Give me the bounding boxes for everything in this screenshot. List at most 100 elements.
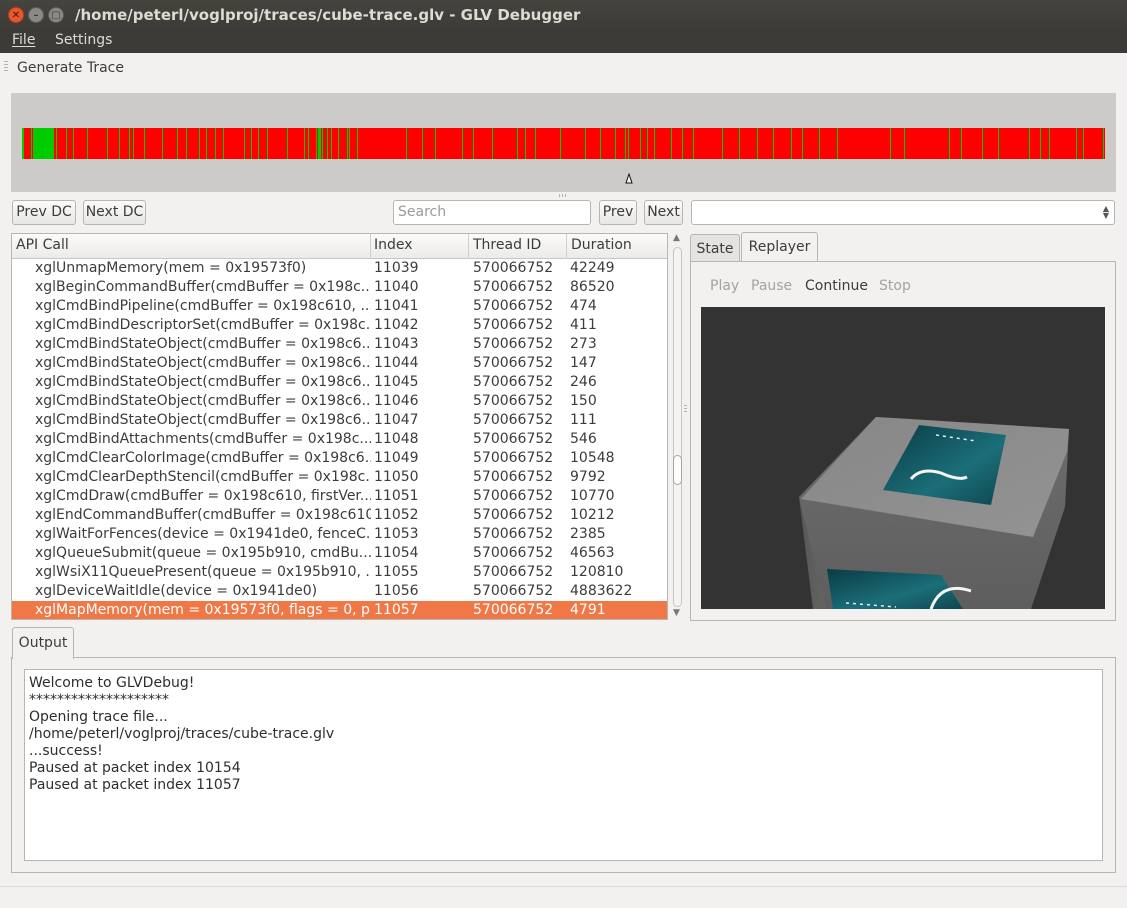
timeline-marker[interactable] xyxy=(628,128,629,159)
timeline-marker[interactable] xyxy=(338,128,339,159)
api-call-table[interactable]: API Call Index Thread ID Duration xglUnm… xyxy=(11,233,668,620)
table-row[interactable]: xglUnmapMemory(mem = 0x19573f0) 11039 5700… xyxy=(12,259,667,278)
filter-dropdown[interactable]: ▲ ▼ xyxy=(691,200,1115,225)
timeline-marker[interactable] xyxy=(600,128,601,159)
play-button[interactable]: Play xyxy=(710,278,739,294)
timeline-marker[interactable] xyxy=(357,128,358,159)
timeline-marker[interactable] xyxy=(177,128,178,159)
table-row[interactable]: xglCmdBindStateObject(cmdBuffer = 0x198c… xyxy=(12,411,667,430)
timeline-marker[interactable] xyxy=(56,128,57,159)
tab-state[interactable]: State xyxy=(690,234,740,264)
timeline-marker[interactable] xyxy=(671,128,672,159)
table-row[interactable]: xglEndCommandBuffer(cmdBuffer = 0x198c61… xyxy=(12,506,667,525)
timeline-marker[interactable] xyxy=(802,128,803,159)
timeline-marker[interactable] xyxy=(258,128,259,159)
table-row[interactable]: xglCmdBindStateObject(cmdBuffer = 0x198c… xyxy=(12,354,667,373)
timeline-marker[interactable] xyxy=(1083,128,1084,159)
timeline-marker[interactable] xyxy=(693,128,694,159)
timeline-marker[interactable] xyxy=(682,128,683,159)
table-row[interactable]: xglCmdClearColorImage(cmdBuffer = 0x198c… xyxy=(12,449,667,468)
timeline-marker[interactable] xyxy=(347,128,348,159)
minimize-window-button[interactable]: – xyxy=(28,7,44,23)
vertical-splitter-handle[interactable] xyxy=(684,405,687,413)
maximize-window-button[interactable]: □ xyxy=(48,7,64,23)
timeline-marker[interactable] xyxy=(320,128,321,159)
timeline-marker[interactable] xyxy=(199,128,200,159)
timeline-marker[interactable] xyxy=(462,128,463,159)
timeline-marker[interactable] xyxy=(722,128,723,159)
column-header-index[interactable]: Index xyxy=(374,237,413,253)
table-row[interactable]: xglCmdBindStateObject(cmdBuffer = 0x198c… xyxy=(12,373,667,392)
column-header-duration[interactable]: Duration xyxy=(571,237,632,253)
timeline-marker[interactable] xyxy=(119,128,120,159)
timeline-marker[interactable] xyxy=(647,128,648,159)
column-header-api-call[interactable]: API Call xyxy=(16,237,69,253)
table-row[interactable]: xglCmdBindPipeline(cmdBuffer = 0x198c610… xyxy=(12,297,667,316)
next-dc-button[interactable]: Next DC xyxy=(83,200,146,225)
timeline-marker[interactable] xyxy=(107,128,108,159)
timeline-marker[interactable] xyxy=(144,128,145,159)
timeline-marker[interactable] xyxy=(31,128,32,159)
timeline-marker[interactable] xyxy=(773,128,774,159)
timeline-marker[interactable] xyxy=(206,128,207,159)
timeline-marker[interactable] xyxy=(615,128,616,159)
timeline-marker[interactable] xyxy=(1040,128,1041,159)
timeline-marker[interactable] xyxy=(349,128,350,159)
timeline-marker[interactable] xyxy=(129,128,130,159)
timeline-marker[interactable] xyxy=(998,128,999,159)
table-row[interactable]: xglBeginCommandBuffer(cmdBuffer = 0x198c… xyxy=(12,278,667,297)
timeline-marker[interactable] xyxy=(406,128,407,159)
timeline-marker[interactable] xyxy=(244,128,245,159)
timeline-marker[interactable] xyxy=(535,128,536,159)
timeline-marker[interactable] xyxy=(186,128,187,159)
table-row[interactable]: xglCmdClearDepthStencil(cmdBuffer = 0x19… xyxy=(12,468,667,487)
timeline-marker[interactable] xyxy=(304,128,305,159)
search-prev-button[interactable]: Prev xyxy=(599,200,637,225)
timeline-marker[interactable] xyxy=(525,128,526,159)
timeline-marker[interactable] xyxy=(331,128,332,159)
table-row[interactable]: xglCmdDraw(cmdBuffer = 0x198c610, firstV… xyxy=(12,487,667,506)
table-row[interactable]: xglCmdBindDescriptorSet(cmdBuffer = 0x19… xyxy=(12,316,667,335)
timeline-marker[interactable] xyxy=(1029,128,1030,159)
timeline-marker[interactable] xyxy=(287,128,288,159)
timeline-marker[interactable] xyxy=(961,128,962,159)
table-row[interactable]: xglWsiX11QueuePresent(queue = 0x195b910,… xyxy=(12,563,667,582)
timeline-marker[interactable] xyxy=(739,128,740,159)
stop-button[interactable]: Stop xyxy=(879,278,911,294)
replay-viewport[interactable] xyxy=(701,307,1105,609)
table-row[interactable]: xglMapMemory(mem = 0x19573f0, flags = 0,… xyxy=(12,601,667,619)
column-divider[interactable] xyxy=(370,234,371,259)
timeline-marker[interactable] xyxy=(904,128,905,159)
timeline-marker[interactable] xyxy=(215,128,216,159)
scroll-track[interactable] xyxy=(673,247,682,607)
prev-dc-button[interactable]: Prev DC xyxy=(12,200,76,225)
table-row[interactable]: xglCmdBindAttachments(cmdBuffer = 0x198c… xyxy=(12,430,667,449)
timeline-marker[interactable] xyxy=(492,128,493,159)
timeline-marker[interactable] xyxy=(322,128,323,159)
timeline-marker[interactable] xyxy=(819,128,820,159)
timeline-marker[interactable] xyxy=(223,128,224,159)
timeline-bar[interactable] xyxy=(22,128,1105,159)
search-next-button[interactable]: Next xyxy=(644,200,683,225)
table-row[interactable]: xglQueueSubmit(queue = 0x195b910, cmdBu.… xyxy=(12,544,667,563)
timeline-marker[interactable] xyxy=(435,128,436,159)
timeline-marker[interactable] xyxy=(757,128,758,159)
timeline-marker[interactable] xyxy=(473,128,474,159)
column-header-thread-id[interactable]: Thread ID xyxy=(473,237,541,253)
timeline-marker[interactable] xyxy=(43,128,54,159)
column-divider[interactable] xyxy=(566,234,567,259)
table-row[interactable]: xglCmdBindStateObject(cmdBuffer = 0x198c… xyxy=(12,392,667,411)
timeline-marker[interactable] xyxy=(949,128,950,159)
timeline-marker[interactable] xyxy=(73,128,74,159)
toolbar-grip[interactable] xyxy=(4,61,8,73)
timeline-marker[interactable] xyxy=(267,128,268,159)
timeline-marker[interactable] xyxy=(422,128,423,159)
column-divider[interactable] xyxy=(468,234,469,259)
timeline-marker[interactable] xyxy=(308,128,309,159)
timeline-marker[interactable] xyxy=(87,128,88,159)
table-row[interactable]: xglCmdBindStateObject(cmdBuffer = 0x198c… xyxy=(12,335,667,354)
timeline-marker[interactable] xyxy=(251,128,252,159)
tab-output[interactable]: Output xyxy=(12,627,74,659)
timeline-marker[interactable] xyxy=(66,128,67,159)
timeline-marker[interactable] xyxy=(23,128,24,159)
